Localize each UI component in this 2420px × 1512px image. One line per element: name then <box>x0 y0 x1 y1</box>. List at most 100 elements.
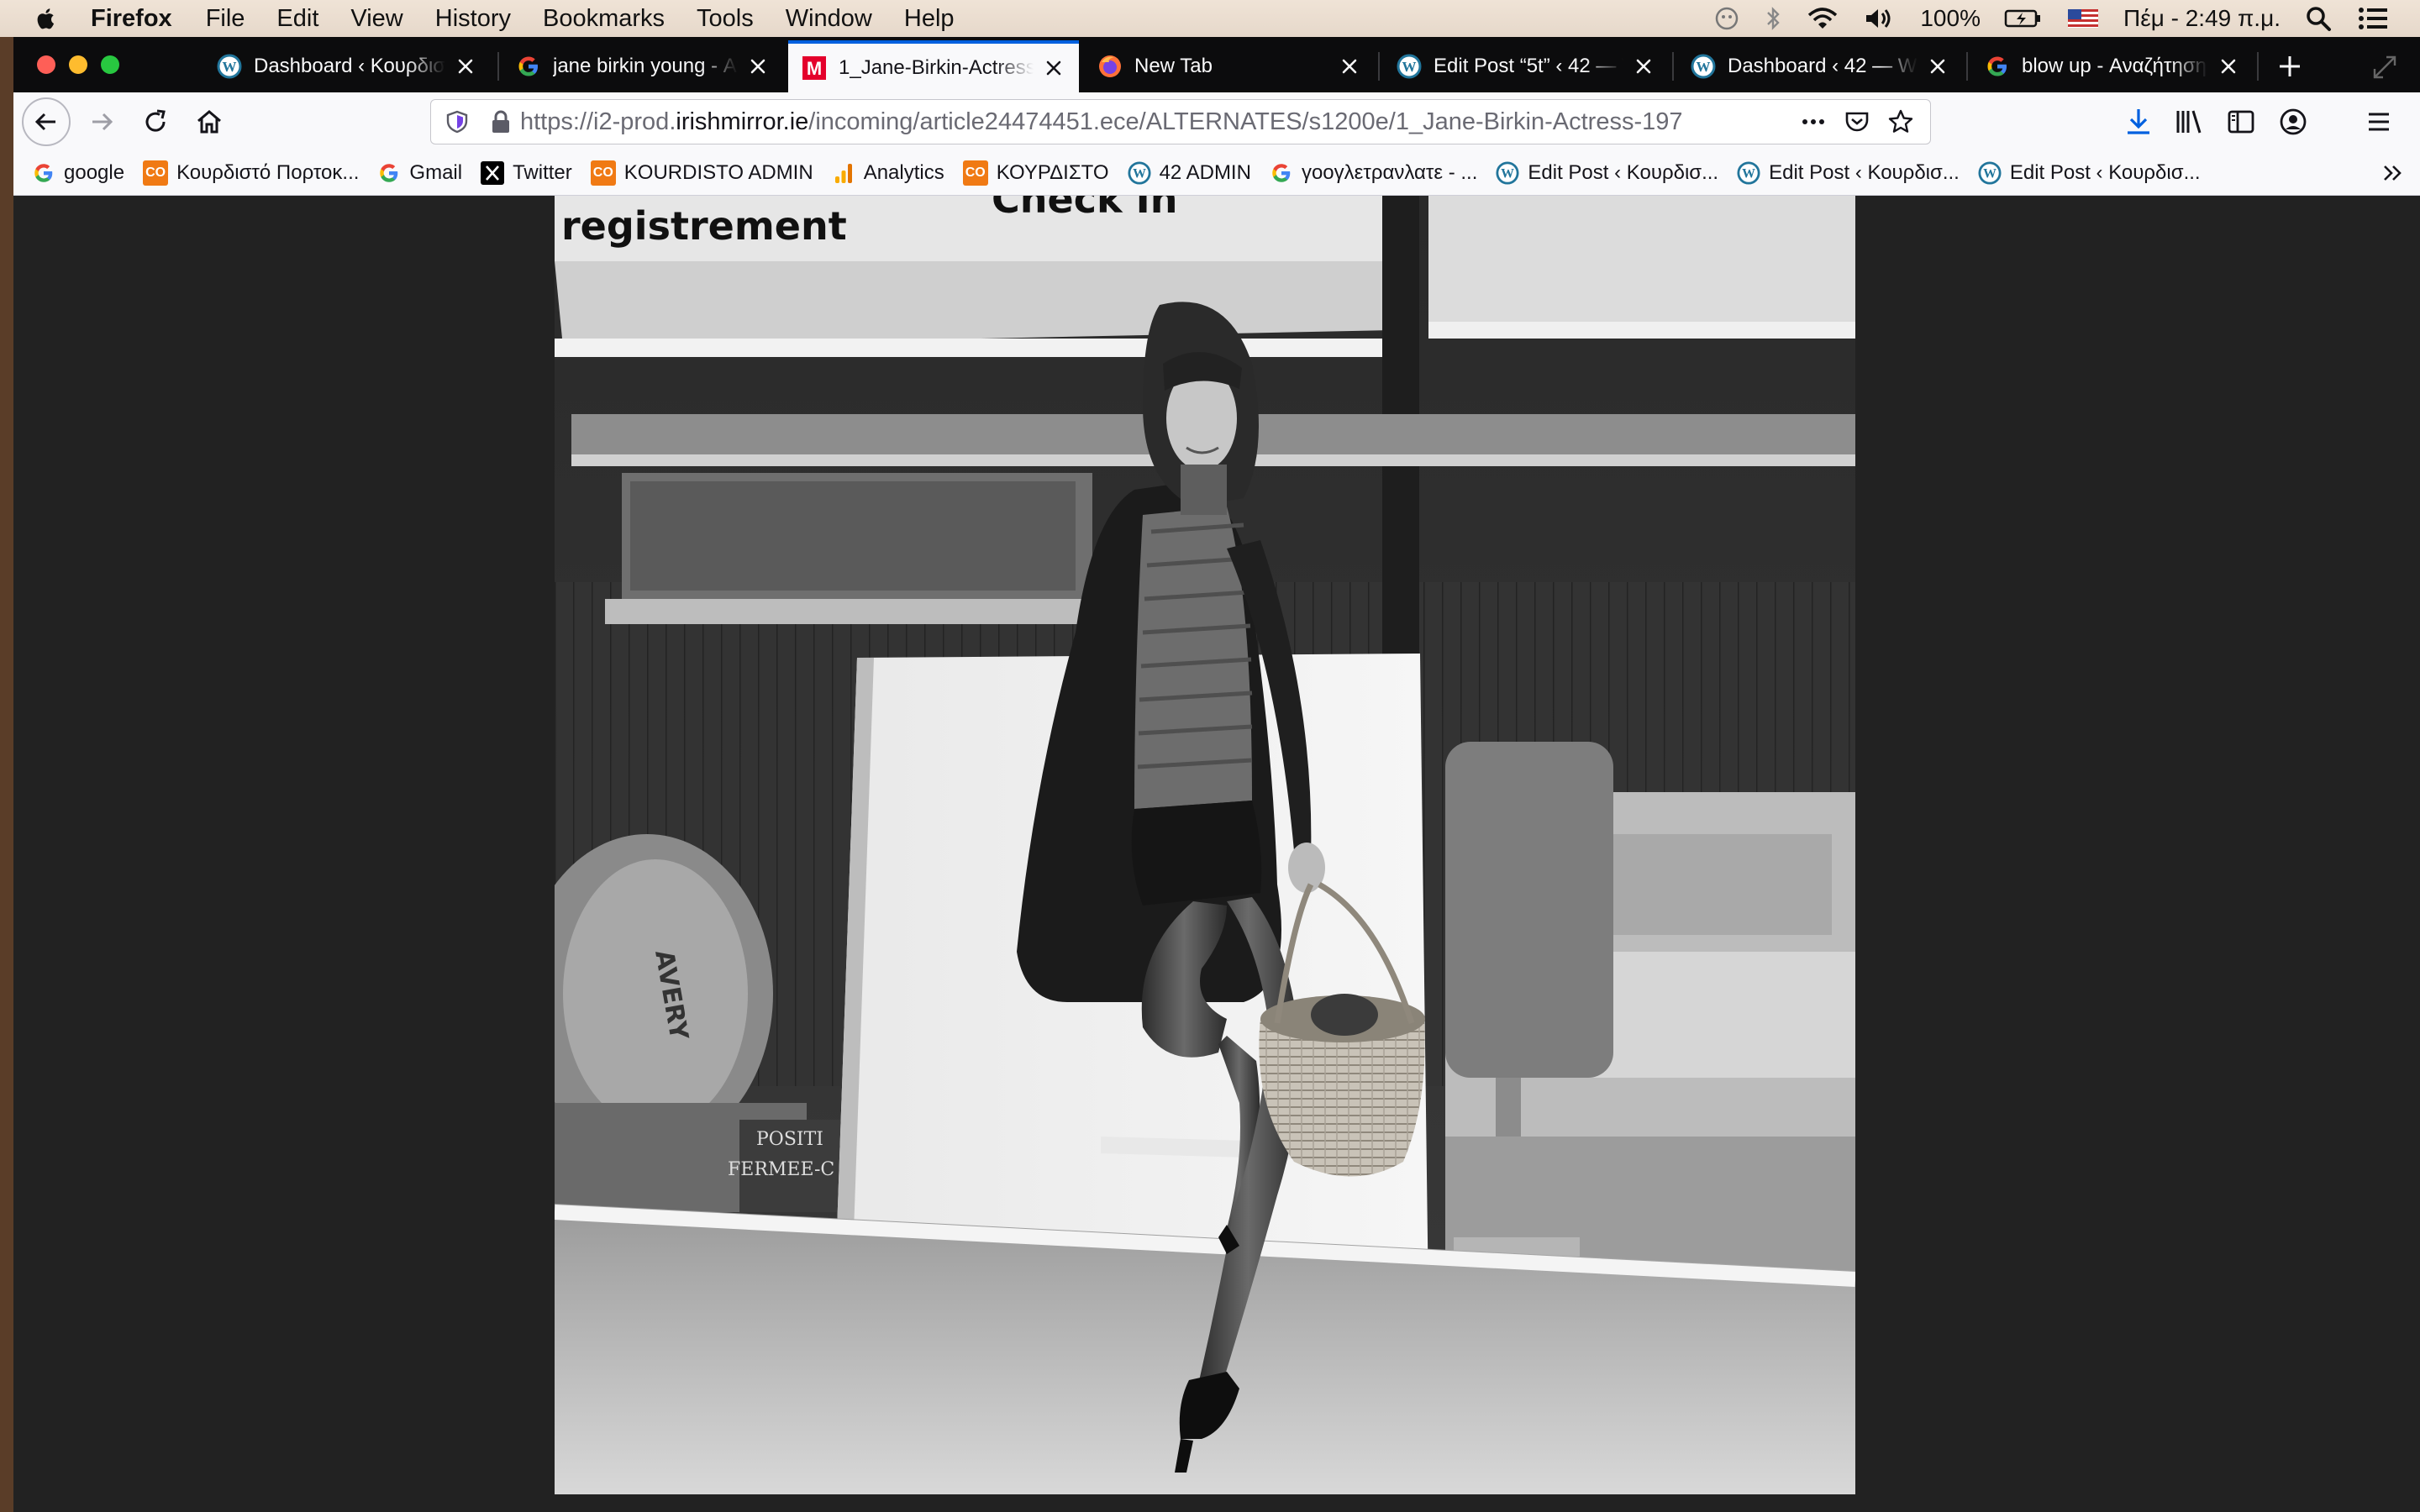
url-bar[interactable]: https://i2-prod.irishmirror.ie/incoming/… <box>430 99 1931 144</box>
bookmark-edit-post-1[interactable]: Edit Post ‹ Κουρδισ... <box>1496 161 1718 185</box>
menu-app-firefox[interactable]: Firefox <box>91 5 172 33</box>
battery-percent: 100% <box>1920 5 1981 31</box>
x-icon <box>481 161 505 185</box>
navigation-toolbar: https://i2-prod.irishmirror.ie/incoming/… <box>13 92 2420 152</box>
menu-file[interactable]: File <box>206 5 245 33</box>
tab-dashboard-42[interactable]: Dashboard ‹ 42 — WordPress <box>1677 40 1963 92</box>
bluetooth-icon[interactable] <box>1764 5 1782 32</box>
url-domain: irishmirror.ie <box>676 108 809 135</box>
co-icon: CO <box>962 160 988 186</box>
reload-button[interactable] <box>136 102 175 141</box>
tab-new-tab[interactable]: New Tab <box>1084 40 1375 92</box>
tracking-protection-shield-icon[interactable] <box>445 109 470 134</box>
url-prefix: https://i2-prod. <box>520 108 676 135</box>
tab-label: New Tab <box>1134 55 1213 77</box>
wordpress-icon <box>1496 161 1519 185</box>
apple-menu-icon[interactable] <box>32 4 60 33</box>
firefox-window: Dashboard ‹ Κουρδιστό jane birkin young … <box>13 37 2420 1512</box>
window-close-button[interactable] <box>37 55 55 74</box>
downloads-icon[interactable] <box>2123 106 2154 138</box>
bookmarks-toolbar: google CO Κουρδιστό Πορτοκ... Gmail Twit… <box>13 151 2420 196</box>
photo-desk-label-1: POSITI <box>756 1129 823 1150</box>
bookmark-edit-post-2[interactable]: Edit Post ‹ Κουρδισ... <box>1737 161 1960 185</box>
home-button[interactable] <box>190 102 229 141</box>
bookmark-gmail[interactable]: Gmail <box>377 161 462 185</box>
forward-button[interactable] <box>82 102 121 141</box>
fullscreen-icon[interactable] <box>2371 54 2398 81</box>
us-flag-icon[interactable] <box>2066 5 2100 32</box>
volume-icon[interactable] <box>1863 5 1897 32</box>
back-button[interactable] <box>22 97 71 146</box>
bookmarks-overflow-chevron-icon[interactable] <box>2380 160 2407 186</box>
account-icon[interactable] <box>2277 106 2309 138</box>
close-tab-icon[interactable] <box>1926 55 1949 78</box>
bookmark-label: Twitter <box>513 161 572 184</box>
svg-text:M: M <box>807 58 822 79</box>
menu-tools[interactable]: Tools <box>697 5 754 33</box>
jane-birkin-photo: registrement Check In AVERY POSITI FERME… <box>555 196 1855 1494</box>
bookmark-edit-post-3[interactable]: Edit Post ‹ Κουρδισ... <box>1978 161 2201 185</box>
close-tab-icon[interactable] <box>2217 55 2240 78</box>
bookmark-twitter[interactable]: Twitter <box>481 161 572 185</box>
status-menu-icon[interactable] <box>1713 5 1740 32</box>
tab-edit-post-5t[interactable]: Edit Post “5t” ‹ 42 — WordPress <box>1383 40 1669 92</box>
bookmark-kourdisto-admin[interactable]: CO KOURDISTO ADMIN <box>590 160 813 186</box>
bookmark-google-translate[interactable]: γοογλετρανλατε - ... <box>1270 161 1477 185</box>
menu-edit[interactable]: Edit <box>276 5 318 33</box>
bookmark-kourdisto-portokali[interactable]: CO Κουρδιστό Πορτοκ... <box>143 160 359 186</box>
tab-dashboard-kourdisto[interactable]: Dashboard ‹ Κουρδιστό <box>203 40 491 92</box>
mirror-icon: M <box>802 56 826 80</box>
reload-icon <box>145 109 166 132</box>
menubar-clock[interactable]: Πέμ - 2:49 π.μ. <box>2123 5 2281 32</box>
close-tab-icon[interactable] <box>746 55 770 78</box>
bookmark-label: γοογλετρανλατε - ... <box>1301 161 1478 184</box>
bookmark-google[interactable]: google <box>32 161 124 185</box>
displayed-image[interactable]: registrement Check In AVERY POSITI FERME… <box>555 196 1855 1494</box>
tab-label: Dashboard ‹ Κουρδιστό <box>254 55 445 77</box>
url-text[interactable]: https://i2-prod.irishmirror.ie/incoming/… <box>520 108 1781 136</box>
url-path: /incoming/article24474451.ece/ALTERNATES… <box>808 108 1683 135</box>
close-tab-icon[interactable] <box>1632 55 1655 78</box>
bookmark-label: Gmail <box>409 161 463 184</box>
google-icon <box>1985 54 2010 79</box>
firefox-icon <box>1099 55 1121 77</box>
notification-center-icon[interactable] <box>2356 4 2390 33</box>
menu-view[interactable]: View <box>350 5 402 33</box>
tab-jane-birkin-search[interactable]: jane birkin young - Αναζήτηση <box>502 40 783 92</box>
close-tab-icon[interactable] <box>1338 55 1361 78</box>
google-icon <box>516 54 541 79</box>
bookmark-star-icon[interactable] <box>1886 108 1915 136</box>
battery-icon[interactable] <box>2004 5 2043 32</box>
menu-help[interactable]: Help <box>904 5 955 33</box>
menu-window[interactable]: Window <box>786 5 872 33</box>
back-arrow-icon <box>34 113 55 131</box>
tab-blow-up-search[interactable]: blow up - Αναζήτηση <box>1971 40 2254 92</box>
macos-menubar: Firefox File Edit View History Bookmarks… <box>0 0 2420 37</box>
hamburger-menu-icon[interactable] <box>2363 106 2395 138</box>
bookmark-42-admin[interactable]: 42 ADMIN <box>1128 161 1251 185</box>
window-zoom-button[interactable] <box>101 55 119 74</box>
sidebar-toggle-icon[interactable] <box>2225 106 2257 138</box>
bookmark-label: Κουρδιστό Πορτοκ... <box>176 161 360 184</box>
home-icon <box>197 110 221 134</box>
google-icon <box>1270 161 1293 185</box>
wifi-icon[interactable] <box>1806 5 1839 32</box>
bookmark-analytics[interactable]: Analytics <box>832 161 944 185</box>
close-tab-icon[interactable] <box>1042 56 1065 80</box>
tab-jane-birkin-image[interactable]: M 1_Jane-Birkin-Actress <box>788 40 1079 92</box>
library-icon[interactable] <box>2173 106 2205 138</box>
lock-icon[interactable] <box>490 109 512 134</box>
window-minimize-button[interactable] <box>69 55 87 74</box>
bookmark-kourdisto[interactable]: CO ΚΟΥΡΔΙΣΤΟ <box>962 160 1109 186</box>
spotlight-search-icon[interactable] <box>2304 4 2333 33</box>
menu-history[interactable]: History <box>435 5 511 33</box>
co-icon: CO <box>590 160 616 186</box>
pocket-icon[interactable] <box>1843 108 1871 136</box>
close-tab-icon[interactable] <box>454 55 477 78</box>
co-icon: CO <box>143 160 169 186</box>
wordpress-icon <box>1128 161 1151 185</box>
page-actions-ellipsis-icon[interactable] <box>1799 109 1828 134</box>
new-tab-icon[interactable] <box>2275 52 2304 81</box>
google-icon <box>377 161 401 185</box>
menu-bookmarks[interactable]: Bookmarks <box>543 5 665 33</box>
